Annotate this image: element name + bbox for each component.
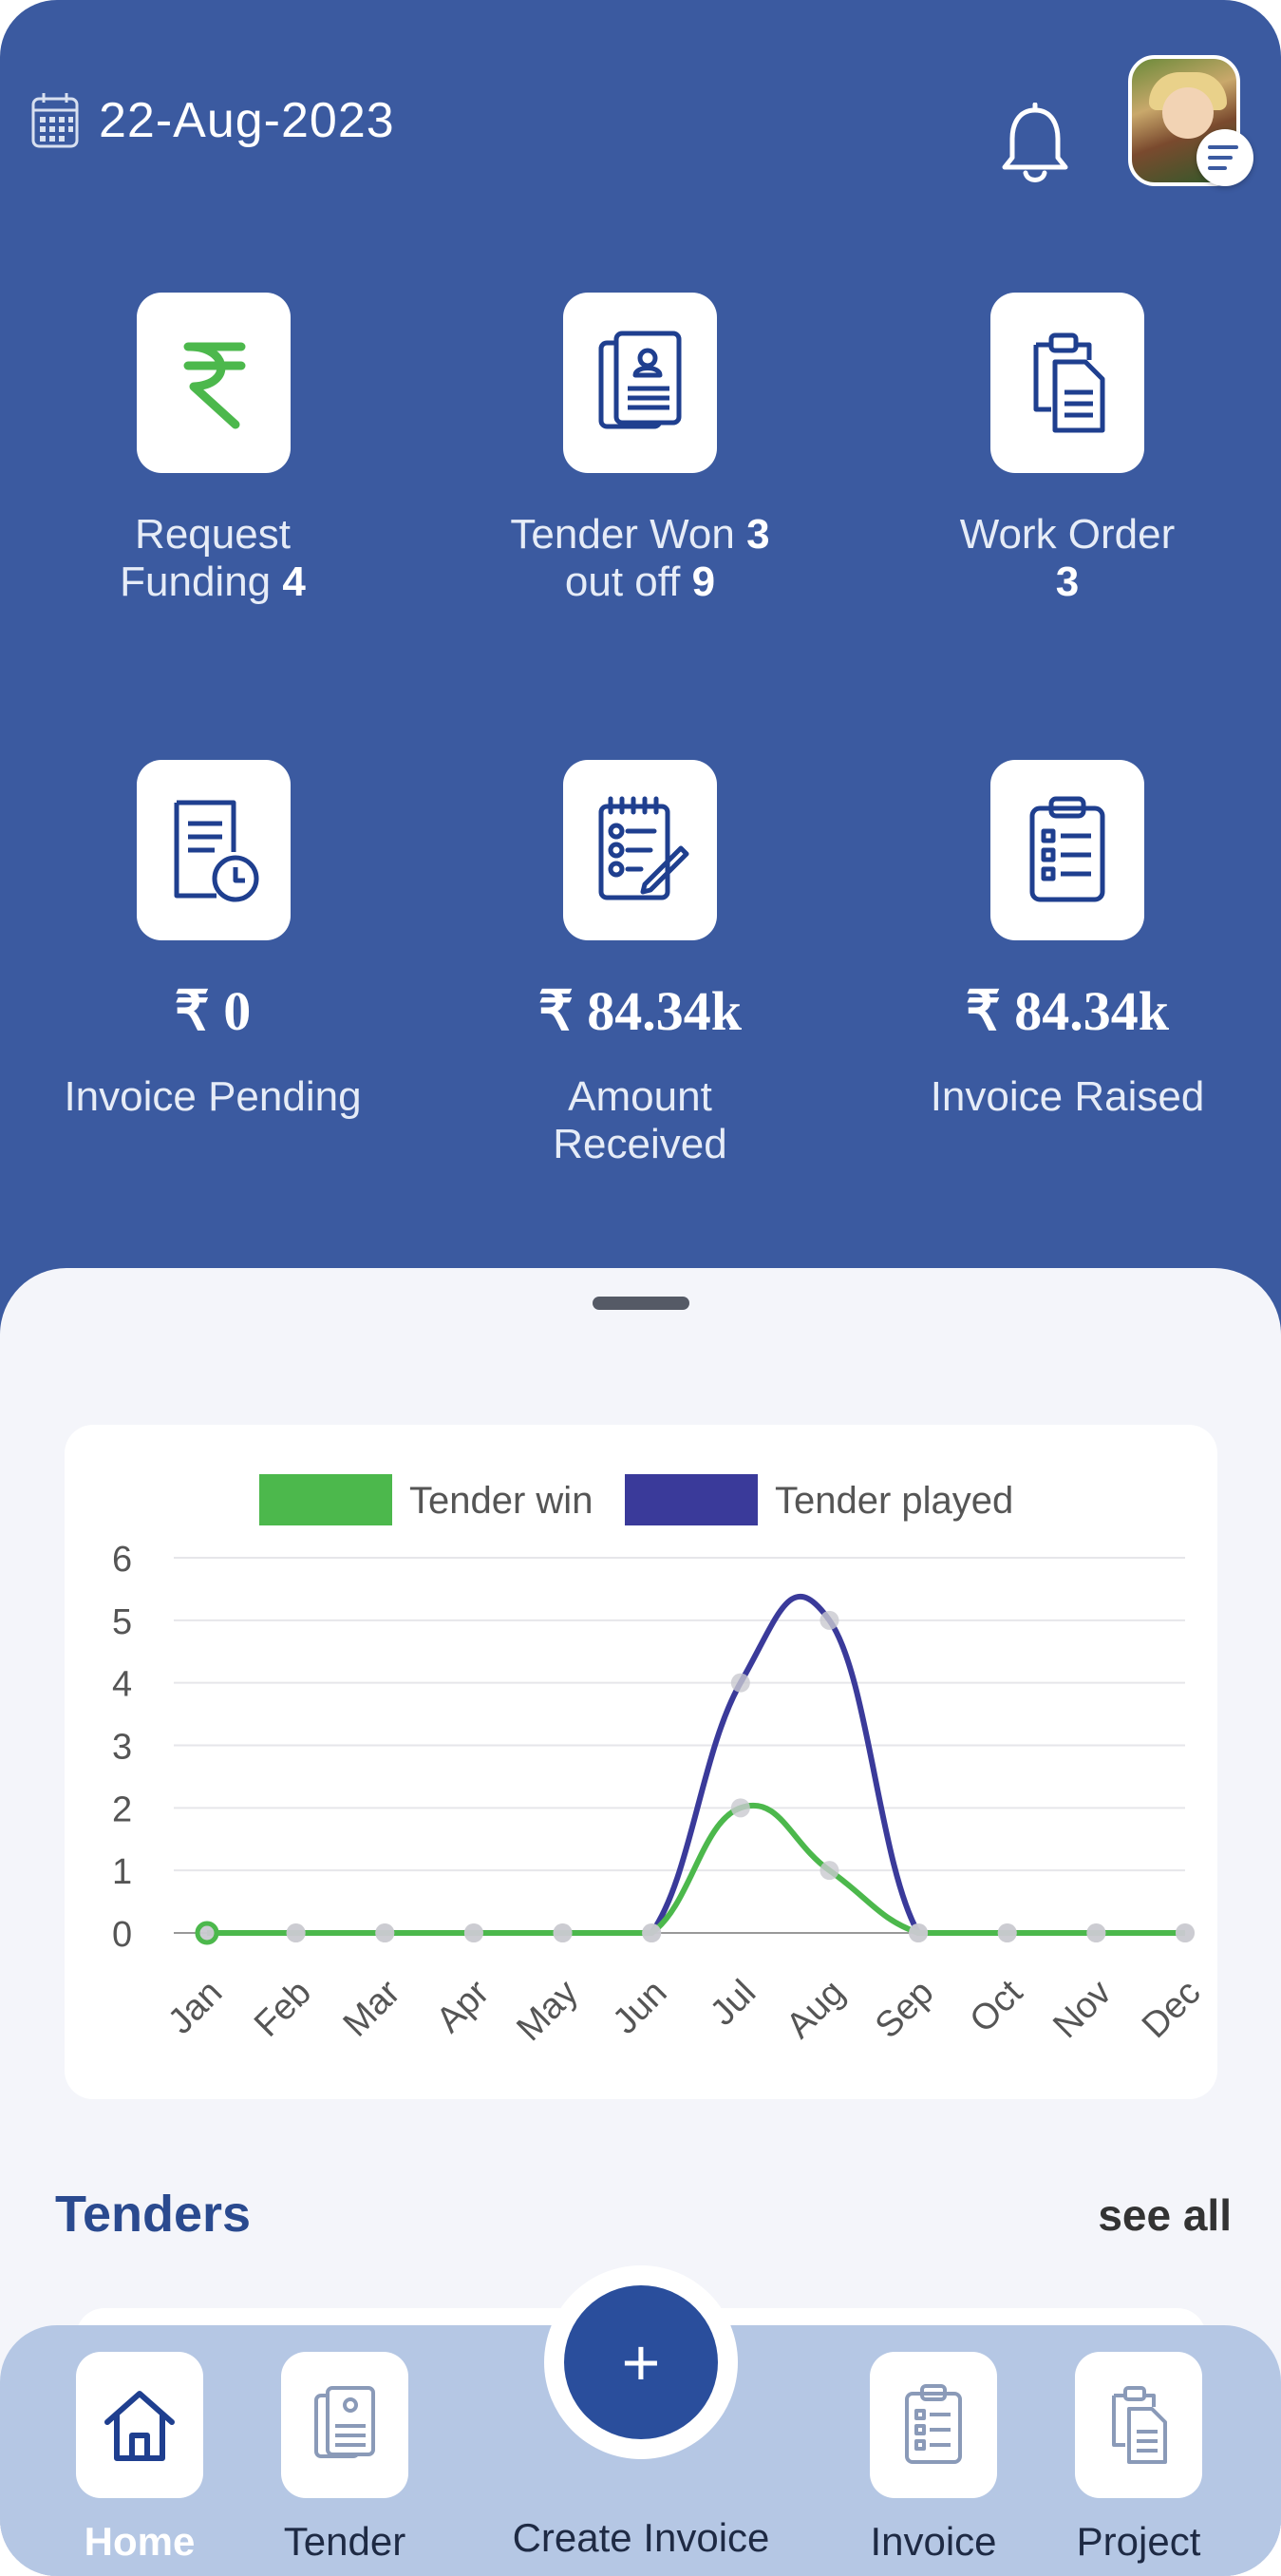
document-clock-icon xyxy=(174,800,259,902)
tender-chart-card: 0 1 2 3 4 5 6 Jan Feb Mar Apr May Jun Jul Aug Sep Oct No… xyxy=(65,1425,1217,2099)
tender-tile[interactable] xyxy=(281,2352,408,2498)
documents-icon xyxy=(314,2386,375,2458)
profile-avatar[interactable] xyxy=(1128,55,1253,190)
calendar-icon xyxy=(31,93,79,148)
request-funding-tile[interactable] xyxy=(137,293,291,473)
x-tick-label: Sep xyxy=(868,1973,942,2047)
tender-won-tile[interactable] xyxy=(563,293,717,473)
data-point[interactable] xyxy=(1176,1923,1195,1942)
x-tick-label: Jan xyxy=(160,1973,230,2042)
series-line-tender-played xyxy=(207,1594,1185,1936)
amount-received-tile[interactable] xyxy=(563,760,717,940)
create-invoice-button[interactable]: + xyxy=(564,2285,718,2439)
menu-icon[interactable] xyxy=(1196,129,1253,186)
tender-won-label: Tender Won 3 out off 9 xyxy=(510,511,770,605)
documents-icon xyxy=(598,331,682,429)
request-funding-label: Request Funding 4 xyxy=(120,511,306,605)
nav-tender[interactable]: Tender xyxy=(281,2352,408,2565)
y-tick-label: 3 xyxy=(112,1728,132,1768)
clipboard-list-icon xyxy=(1029,796,1105,902)
x-tick-label: Jun xyxy=(606,1973,675,2042)
data-point[interactable] xyxy=(909,1923,929,1942)
data-point[interactable] xyxy=(642,1923,662,1942)
legend-swatch xyxy=(625,1474,758,1525)
bell-icon[interactable] xyxy=(997,103,1073,186)
data-point[interactable] xyxy=(375,1923,395,1942)
y-tick-label: 2 xyxy=(112,1790,132,1829)
nav-invoice[interactable]: Invoice xyxy=(870,2352,997,2565)
invoice-raised-tile[interactable] xyxy=(990,760,1144,940)
nav-tender-label: Tender xyxy=(283,2519,406,2564)
invoice-tile[interactable] xyxy=(870,2352,997,2498)
nav-home-label: Home xyxy=(84,2519,196,2564)
invoice-pending-amount: ₹ 0 xyxy=(174,980,252,1042)
x-tick-label: Nov xyxy=(1046,1973,1119,2046)
clipboard-copy-icon xyxy=(1112,2386,1167,2464)
date-text: 22-Aug-2023 xyxy=(99,93,395,148)
x-tick-label: Apr xyxy=(429,1972,498,2040)
data-point[interactable] xyxy=(553,1923,573,1942)
work-order-label: Work Order 3 xyxy=(959,511,1176,605)
data-point[interactable] xyxy=(730,1673,750,1693)
y-tick-label: 5 xyxy=(112,1602,132,1642)
legend-label: Tender win xyxy=(409,1480,593,1522)
nav-project-label: Project xyxy=(1076,2519,1201,2564)
legend-swatch xyxy=(259,1474,392,1525)
sheet-drag-handle[interactable] xyxy=(593,1297,689,1310)
data-point[interactable] xyxy=(819,1861,839,1881)
x-tick-label: Dec xyxy=(1135,1973,1208,2046)
clipboard-list-icon xyxy=(905,2384,962,2464)
amount-received-label: Amount Received xyxy=(553,1073,727,1167)
tenders-section-title: Tenders xyxy=(55,2186,252,2243)
data-point[interactable] xyxy=(997,1923,1017,1942)
home-icon xyxy=(104,2391,175,2461)
y-tick-label: 1 xyxy=(112,1852,132,1892)
x-tick-label: Mar xyxy=(336,1972,408,2044)
series-line-tender-win xyxy=(207,1803,1185,1936)
rupee-icon xyxy=(183,342,246,429)
see-all-link[interactable]: see all xyxy=(1098,2189,1232,2241)
checklist-pen-icon xyxy=(598,796,689,900)
data-point[interactable] xyxy=(286,1923,306,1942)
invoice-raised-label: Invoice Raised xyxy=(930,1073,1205,1120)
dashboard-screen: 22-Aug-2023 Request Funding 4 Tender Won… xyxy=(0,0,1281,2576)
y-tick-label: 6 xyxy=(112,1540,132,1580)
work-order-tile[interactable] xyxy=(990,293,1144,473)
amount-received-amount: ₹ 84.34k xyxy=(537,980,743,1042)
create-invoice-fab-ring: + xyxy=(544,2265,738,2459)
data-point[interactable] xyxy=(463,1923,483,1942)
create-invoice-label: Create Invoice xyxy=(512,2515,770,2560)
home-tile[interactable] xyxy=(76,2352,203,2498)
tender-line-chart: 0 1 2 3 4 5 6 Jan Feb Mar Apr May Jun Jul Aug Sep Oct No… xyxy=(112,1474,1208,2049)
legend-label: Tender played xyxy=(775,1480,1013,1522)
project-tile[interactable] xyxy=(1075,2352,1202,2498)
y-tick-label: 0 xyxy=(112,1915,132,1955)
nav-project[interactable]: Project xyxy=(1075,2352,1202,2565)
data-point[interactable] xyxy=(730,1798,750,1818)
x-tick-label: May xyxy=(509,1973,585,2049)
invoice-pending-tile[interactable] xyxy=(137,760,291,940)
nav-invoice-label: Invoice xyxy=(870,2519,997,2564)
nav-home[interactable]: Home xyxy=(76,2352,203,2565)
x-tick-label: Jul xyxy=(703,1973,763,2034)
x-tick-label: Oct xyxy=(963,1972,1031,2040)
date-display[interactable]: 22-Aug-2023 xyxy=(30,91,395,150)
invoice-pending-label: Invoice Pending xyxy=(64,1073,362,1120)
invoice-raised-amount: ₹ 84.34k xyxy=(965,980,1170,1042)
clipboard-copy-icon xyxy=(1033,332,1105,433)
x-tick-label: Feb xyxy=(247,1973,319,2045)
data-point[interactable] xyxy=(819,1610,839,1630)
y-tick-label: 4 xyxy=(112,1665,132,1705)
data-point[interactable] xyxy=(1086,1923,1106,1942)
x-tick-label: Aug xyxy=(779,1973,853,2047)
